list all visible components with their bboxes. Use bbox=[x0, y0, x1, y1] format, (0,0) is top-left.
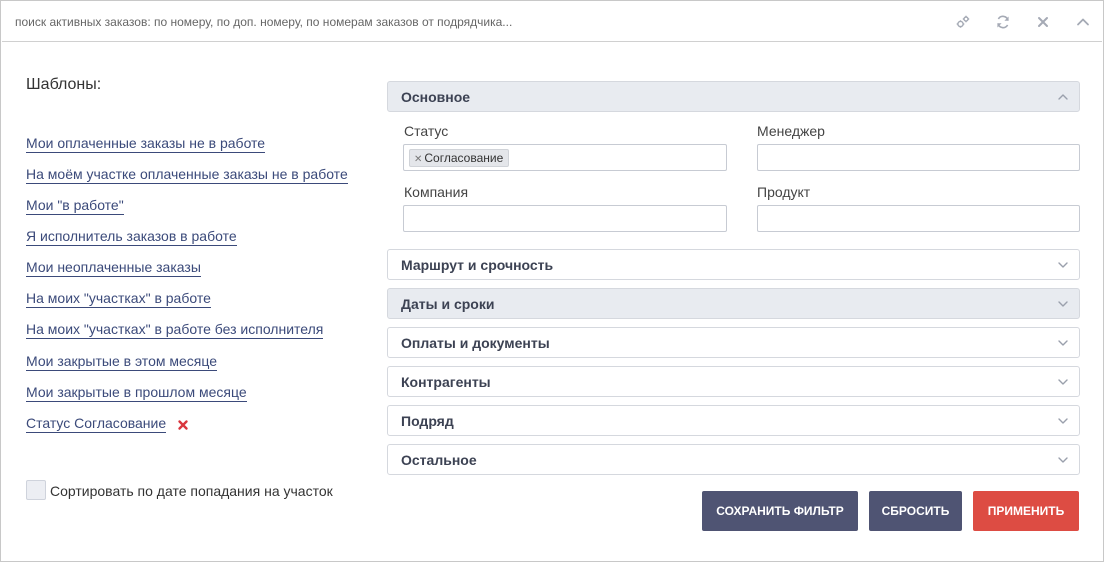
template-link[interactable]: Я исполнитель заказов в работе bbox=[26, 228, 237, 246]
section-label: Даты и сроки bbox=[401, 296, 495, 312]
sort-checkbox-label: Сортировать по дате попадания на участок bbox=[50, 483, 333, 499]
filter-panel: Шаблоны: Мои оплаченные заказы не в рабо… bbox=[0, 0, 1104, 562]
chevron-down-icon bbox=[1057, 415, 1069, 427]
section-label: Оплаты и документы bbox=[401, 335, 550, 351]
template-link-custom[interactable]: Статус Согласование bbox=[26, 415, 167, 433]
template-link[interactable]: На моём участке оплаченные заказы не в р… bbox=[26, 166, 348, 184]
product-field[interactable] bbox=[757, 205, 1080, 232]
section-label: Контрагенты bbox=[401, 374, 491, 390]
section-other-header[interactable]: Остальное bbox=[387, 444, 1080, 475]
settings-icon[interactable] bbox=[955, 14, 971, 30]
company-field[interactable] bbox=[403, 205, 727, 232]
section-main-header[interactable]: Основное bbox=[387, 81, 1080, 112]
chevron-down-icon bbox=[1057, 337, 1069, 349]
section-subcontract-header[interactable]: Подряд bbox=[387, 405, 1080, 436]
template-link[interactable]: Мои закрытые в этом месяце bbox=[26, 353, 218, 371]
template-link[interactable]: Мои оплаченные заказы не в работе bbox=[26, 135, 266, 153]
section-label: Маршрут и срочность bbox=[401, 257, 554, 273]
search-bar bbox=[2, 2, 1102, 42]
company-label: Компания bbox=[404, 184, 469, 200]
template-link[interactable]: Мои "в работе" bbox=[26, 197, 124, 215]
save-filter-button[interactable]: СОХРАНИТЬ ФИЛЬТР bbox=[702, 491, 858, 531]
status-label: Статус bbox=[404, 123, 449, 139]
section-label: Остальное bbox=[401, 452, 477, 468]
template-link[interactable]: Мои закрытые в прошлом месяце bbox=[26, 384, 247, 402]
manager-label: Менеджер bbox=[757, 123, 825, 139]
chevron-down-icon bbox=[1057, 298, 1069, 310]
chevron-up-icon bbox=[1057, 91, 1069, 103]
template-link[interactable]: На моих "участках" в работе bbox=[26, 290, 211, 308]
section-contractors-header[interactable]: Контрагенты bbox=[387, 366, 1080, 397]
template-link[interactable]: Мои неоплаченные заказы bbox=[26, 259, 201, 277]
status-multiselect[interactable]: ✕ Согласование bbox=[403, 144, 727, 171]
section-route-header[interactable]: Маршрут и срочность bbox=[387, 249, 1080, 280]
tag-remove-icon[interactable]: ✕ bbox=[414, 154, 422, 165]
templates-title: Шаблоны: bbox=[26, 76, 102, 93]
chevron-down-icon bbox=[1057, 454, 1069, 466]
chevron-down-icon bbox=[1057, 376, 1069, 388]
section-label: Подряд bbox=[401, 413, 454, 429]
manager-field[interactable] bbox=[757, 144, 1080, 171]
template-link[interactable]: На моих "участках" в работе без исполнит… bbox=[26, 321, 324, 339]
section-main-label: Основное bbox=[401, 89, 471, 105]
search-input[interactable] bbox=[2, 2, 942, 42]
refresh-icon[interactable] bbox=[995, 14, 1011, 30]
status-tag-label: Согласование bbox=[424, 151, 504, 165]
section-payments-header[interactable]: Оплаты и документы bbox=[387, 327, 1080, 358]
status-tag: ✕ Согласование bbox=[409, 149, 510, 167]
remove-template-icon[interactable] bbox=[177, 418, 189, 430]
sort-checkbox[interactable] bbox=[26, 480, 46, 500]
apply-button[interactable]: ПРИМЕНИТЬ bbox=[973, 491, 1079, 531]
reset-button[interactable]: СБРОСИТЬ bbox=[869, 491, 962, 531]
section-dates-header[interactable]: Даты и сроки bbox=[387, 288, 1080, 319]
chevron-down-icon bbox=[1057, 259, 1069, 271]
chevron-up-icon[interactable] bbox=[1075, 14, 1091, 30]
close-icon[interactable] bbox=[1035, 14, 1051, 30]
product-label: Продукт bbox=[757, 184, 811, 200]
